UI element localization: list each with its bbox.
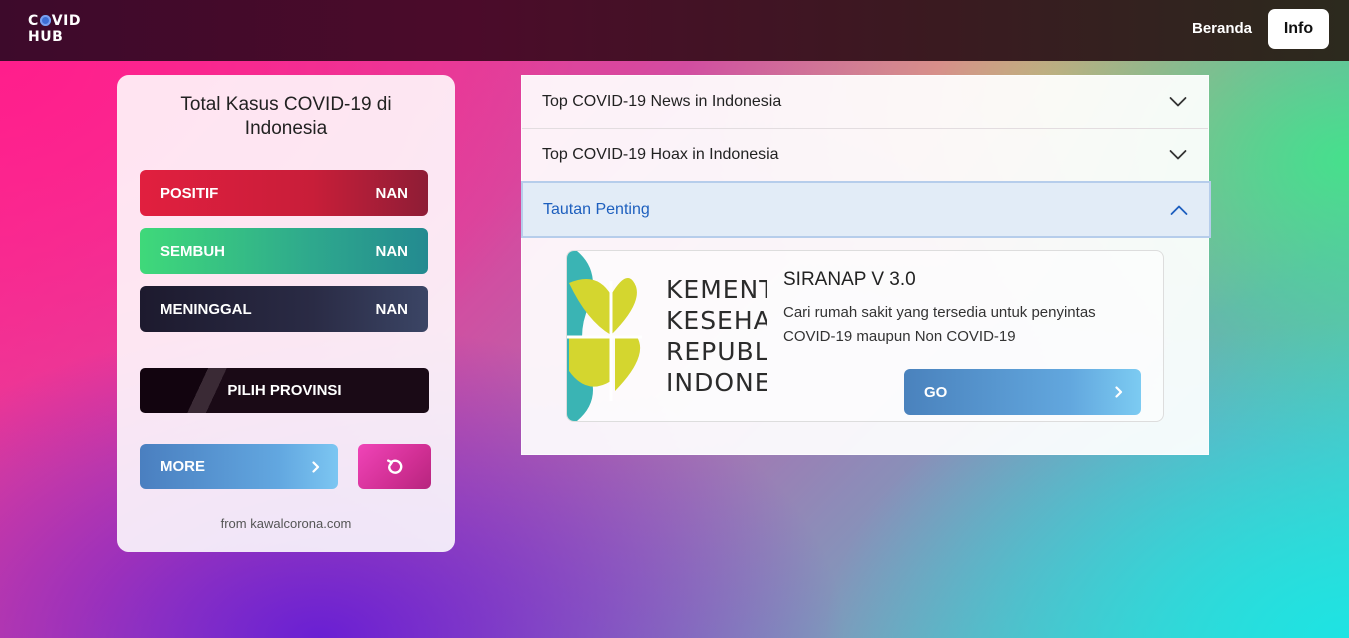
refresh-icon (386, 458, 402, 474)
kemenkes-emblem-icon (567, 251, 642, 421)
accordion-item-hoax[interactable]: Top COVID-19 Hoax in Indonesia (522, 129, 1208, 182)
accordion-item-label: Tautan Penting (543, 200, 650, 218)
stats-title: Total Kasus COVID-19 di Indonesia (180, 94, 392, 139)
kemenkes-logo-text: KEMENT KESEHA REPUBL INDONE (666, 275, 767, 397)
go-button[interactable]: GO (904, 369, 1141, 415)
accordion-item-tautan-penting[interactable]: Tautan Penting (521, 181, 1211, 238)
go-button-label: GO (924, 383, 948, 401)
chevron-down-icon (1169, 97, 1187, 107)
siranap-link-card: KEMENT KESEHA REPUBL INDONE SIRANAP V 3.… (566, 250, 1164, 422)
pilih-provinsi-button[interactable]: PILIH PROVINSI (140, 368, 429, 413)
nav-button-info[interactable]: Info (1268, 9, 1329, 49)
stat-meninggal: MENINGGAL NAN (140, 286, 428, 332)
more-button[interactable]: MORE (140, 444, 338, 489)
chevron-right-icon (312, 460, 320, 473)
data-source-note: from kawalcorona.com (220, 516, 352, 531)
stat-positif-value: NAN (375, 184, 409, 202)
navbar: C VID HUB Beranda Info (0, 0, 1349, 61)
chevron-up-icon (1170, 205, 1188, 215)
stat-positif-label: POSITIF (160, 184, 219, 202)
link-card-description: Cari rumah sakit yang tersedia untuk pen… (783, 304, 1096, 345)
covid-hub-logo[interactable]: C VID HUB (28, 13, 81, 45)
nav-link-beranda[interactable]: Beranda (1192, 20, 1252, 37)
stat-meninggal-label: MENINGGAL (160, 300, 252, 318)
stat-sembuh: SEMBUH NAN (140, 228, 428, 274)
link-card-title: SIRANAP V 3.0 (783, 269, 916, 290)
accordion-item-label: Top COVID-19 News in Indonesia (542, 93, 782, 110)
accordion-item-news[interactable]: Top COVID-19 News in Indonesia (522, 76, 1208, 129)
more-button-label: MORE (160, 458, 205, 475)
stats-card: Total Kasus COVID-19 di Indonesia POSITI… (117, 75, 455, 552)
stat-positif: POSITIF NAN (140, 170, 428, 216)
chevron-right-icon (1115, 386, 1123, 398)
reset-button[interactable] (358, 444, 431, 489)
chevron-down-icon (1169, 150, 1187, 160)
stat-meninggal-value: NAN (375, 300, 409, 318)
accordion-item-label: Top COVID-19 Hoax in Indonesia (542, 146, 779, 163)
stat-sembuh-value: NAN (375, 242, 409, 260)
stat-sembuh-label: SEMBUH (160, 242, 226, 260)
kemenkes-logo-image: KEMENT KESEHA REPUBL INDONE (567, 251, 767, 421)
virus-icon (39, 15, 51, 26)
links-accordion: Top COVID-19 News in Indonesia Top COVID… (521, 75, 1211, 455)
